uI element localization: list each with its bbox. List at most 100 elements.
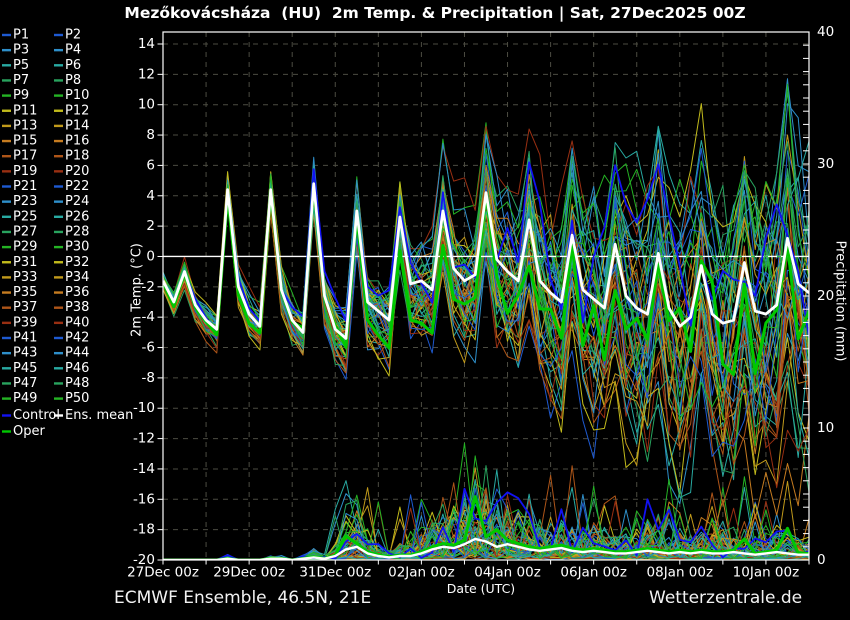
legend-item-P46: P46 <box>54 361 89 376</box>
legend-label: P34 <box>65 270 89 285</box>
legend-item-P21: P21 <box>2 179 37 194</box>
legend-label: P9 <box>13 88 29 103</box>
date-tick-label: 10Jan 00z <box>733 565 800 581</box>
legend-label: P18 <box>65 149 89 164</box>
temp-tick-label: -4 <box>142 309 155 325</box>
legend-item-P11: P11 <box>2 103 37 118</box>
legend-item-P4: P4 <box>54 43 81 58</box>
legend-label: P30 <box>65 240 89 255</box>
legend-item-P25: P25 <box>2 209 37 224</box>
temp-tick-label: 6 <box>146 157 155 173</box>
ensemble-meteogram-chart: 14121086420-2-4-6-8-10-12-14-16-18-20403… <box>0 0 850 620</box>
legend-item-P32: P32 <box>54 255 89 270</box>
date-tick-label: 29Dec 00z <box>213 565 285 581</box>
legend-item-P2: P2 <box>54 28 81 43</box>
legend-item-P8: P8 <box>54 73 81 88</box>
legend-item-P40: P40 <box>54 315 89 330</box>
date-tick-label: 06Jan 00z <box>560 565 627 581</box>
precip-tick-label: 40 <box>817 24 834 40</box>
legend-label: Oper <box>13 424 45 439</box>
legend-item-P12: P12 <box>54 103 89 118</box>
legend-label: P3 <box>13 43 29 58</box>
temp-tick-label: -6 <box>142 340 155 356</box>
date-tick-label: 08Jan 00z <box>647 565 714 581</box>
legend-label: P38 <box>65 300 89 315</box>
legend-item-P3: P3 <box>2 43 29 58</box>
legend-label: P2 <box>65 28 81 43</box>
legend-label: P44 <box>65 346 89 361</box>
temp-tick-label: 8 <box>146 127 155 143</box>
legend-label: P24 <box>65 194 89 209</box>
legend-label: P28 <box>65 224 89 239</box>
date-tick-label: 02Jan 00z <box>388 565 455 581</box>
legend-label: P45 <box>13 361 37 376</box>
legend-item-P49: P49 <box>2 391 37 406</box>
legend-label: P13 <box>13 118 37 133</box>
legend-item-P16: P16 <box>54 134 89 149</box>
legend-label: P31 <box>13 255 37 270</box>
meteogram-page: Mezőkovácsháza (HU) 2m Temp. & Precipita… <box>0 0 850 620</box>
legend-item-P38: P38 <box>54 300 89 315</box>
legend-label: P15 <box>13 134 37 149</box>
legend-item-control: Control <box>2 408 60 423</box>
legend-item-P23: P23 <box>2 194 37 209</box>
legend-label: P40 <box>65 315 89 330</box>
precip-tick-label: 10 <box>817 420 834 436</box>
temp-tick-label: -18 <box>133 522 155 538</box>
legend-label: P6 <box>65 58 81 73</box>
temp-tick-label: 12 <box>138 66 155 82</box>
legend-item-P28: P28 <box>54 224 89 239</box>
legend-label: P4 <box>65 43 81 58</box>
date-tick-label: 31Dec 00z <box>299 565 371 581</box>
legend-item-P13: P13 <box>2 118 37 133</box>
precip-tick-label: 20 <box>817 288 834 304</box>
legend-label: P16 <box>65 134 89 149</box>
legend-label: P35 <box>13 285 37 300</box>
legend-label: P43 <box>13 346 37 361</box>
legend-label: P50 <box>65 391 89 406</box>
legend-item-P30: P30 <box>54 240 89 255</box>
legend-label: Control <box>13 408 60 423</box>
legend-item-P41: P41 <box>2 331 37 346</box>
temp-tick-label: -8 <box>142 370 155 386</box>
legend-item-P44: P44 <box>54 346 89 361</box>
legend-item-P5: P5 <box>2 58 29 73</box>
legend-label: P49 <box>13 391 37 406</box>
legend-item-P29: P29 <box>2 240 37 255</box>
legend-label: P32 <box>65 255 89 270</box>
legend-label: P27 <box>13 224 37 239</box>
legend-label: P29 <box>13 240 37 255</box>
ensemble-lines <box>163 79 809 560</box>
legend-label: P11 <box>13 103 37 118</box>
temp-tick-label: -14 <box>133 461 155 477</box>
legend-label: P21 <box>13 179 37 194</box>
legend-label: P36 <box>65 285 89 300</box>
legend-item-P27: P27 <box>2 224 37 239</box>
legend-item-P15: P15 <box>2 134 37 149</box>
legend-item-P47: P47 <box>2 376 37 391</box>
legend-label: P7 <box>13 73 29 88</box>
legend-item-P36: P36 <box>54 285 89 300</box>
gridlines <box>163 32 809 560</box>
plot-frame <box>163 32 809 560</box>
legend-label: P20 <box>65 164 89 179</box>
legend-item-P34: P34 <box>54 270 89 285</box>
legend-label: P46 <box>65 361 89 376</box>
legend-item-P45: P45 <box>2 361 37 376</box>
legend-label: P42 <box>65 331 89 346</box>
legend-item-P1: P1 <box>2 28 29 43</box>
temp-tick-label: -16 <box>133 491 155 507</box>
temp-tick-label: 14 <box>138 36 155 52</box>
legend-label: Ens. mean <box>65 408 133 423</box>
legend-label: P39 <box>13 315 37 330</box>
legend-item-P9: P9 <box>2 88 29 103</box>
legend-label: P17 <box>13 149 37 164</box>
legend-item-P20: P20 <box>54 164 89 179</box>
legend-item-oper: Oper <box>2 424 45 439</box>
legend-label: P19 <box>13 164 37 179</box>
legend-item-P19: P19 <box>2 164 37 179</box>
legend-label: P1 <box>13 28 29 43</box>
legend-item-P39: P39 <box>2 315 37 330</box>
legend-item-P17: P17 <box>2 149 37 164</box>
legend-item-P10: P10 <box>54 88 89 103</box>
